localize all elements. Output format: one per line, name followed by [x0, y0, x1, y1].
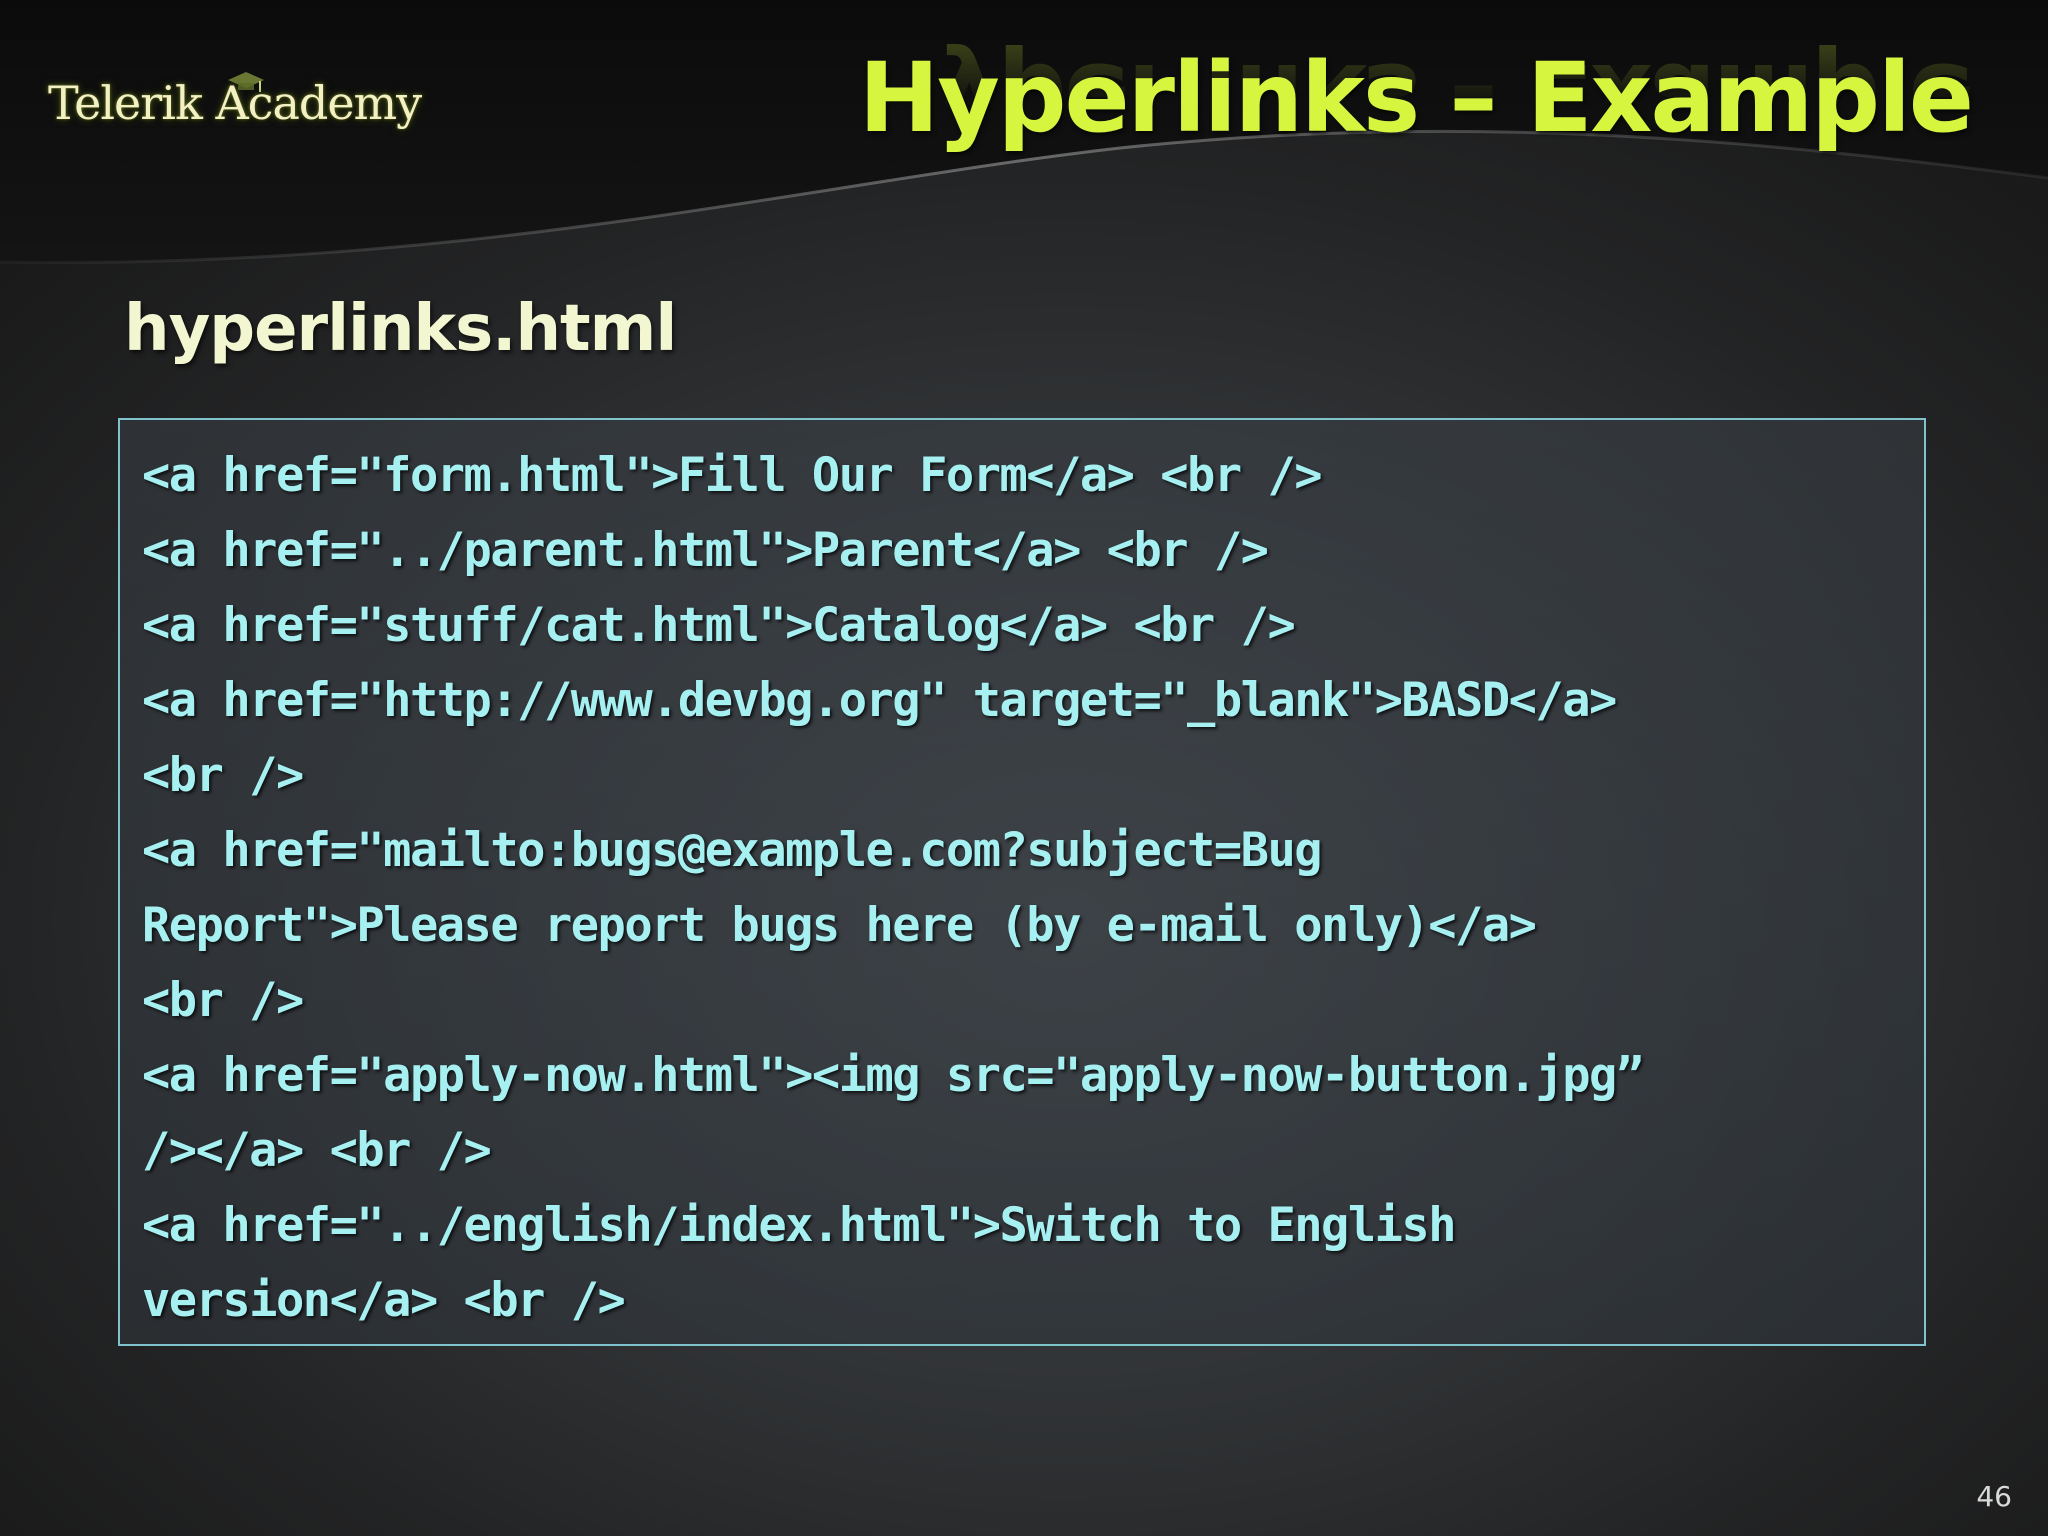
- slide-title: Hyperlinks – Example: [858, 42, 1974, 154]
- logo-text: Telerik Academy: [48, 76, 422, 130]
- code-line: <a href="../english/index.html">Switch t…: [142, 1198, 1457, 1253]
- code-line: <a href="http://www.devbg.org" target="_…: [142, 673, 1617, 728]
- code-line: <br />: [142, 973, 304, 1028]
- file-name-heading: hyperlinks.html: [124, 292, 677, 366]
- code-line: /></a> <br />: [142, 1123, 492, 1178]
- page-number: 46: [1976, 1480, 2012, 1513]
- code-line: <a href="../parent.html">Parent</a> <br …: [142, 523, 1269, 578]
- code-line: <a href="stuff/cat.html">Catalog</a> <br…: [142, 598, 1296, 653]
- telerik-academy-logo: Telerik Academy: [48, 70, 422, 140]
- code-line: version</a> <br />: [142, 1273, 626, 1328]
- slide: Telerik Academy Hyperlinks – Example Hyp…: [0, 0, 2048, 1536]
- code-block: <a href="form.html">Fill Our Form</a> <b…: [118, 418, 1926, 1346]
- code-line: <a href="mailto:bugs@example.com?subject…: [142, 823, 1323, 878]
- code-line: <a href="form.html">Fill Our Form</a> <b…: [142, 448, 1323, 503]
- code-line: <a href="apply-now.html"><img src="apply…: [142, 1048, 1644, 1103]
- code-line: Report">Please report bugs here (by e-ma…: [142, 898, 1537, 953]
- code-line: <br />: [142, 748, 304, 803]
